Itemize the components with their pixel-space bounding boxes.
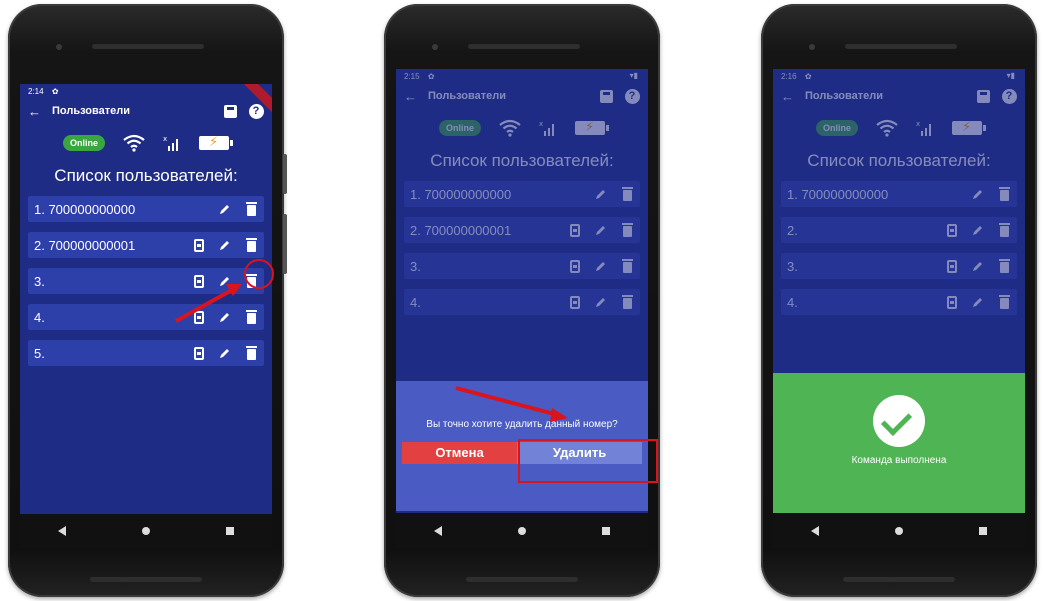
user-number: 1. 700000000000 — [787, 186, 889, 202]
user-row: 3. — [781, 253, 1017, 279]
delete-trash-icon[interactable] — [997, 186, 1011, 202]
edit-pencil-icon[interactable] — [971, 294, 985, 310]
signal-bars-icon: x — [916, 120, 931, 136]
nav-home-icon[interactable] — [895, 527, 903, 535]
front-camera — [809, 44, 815, 50]
nav-back-icon[interactable] — [811, 526, 819, 536]
phone-3: 2:16 ✿ ▾▮ ← Пользователи ? Online x ⚡ Сп… — [761, 4, 1037, 597]
edit-pencil-icon[interactable] — [971, 258, 985, 274]
page-title: Пользователи — [805, 90, 884, 102]
user-number: 4. — [787, 294, 798, 310]
status-time: 2:16 — [781, 72, 797, 81]
earpiece-speaker — [845, 44, 957, 49]
user-row: 1. 700000000000 — [781, 181, 1017, 207]
settings-gear-icon: ✿ — [804, 72, 812, 81]
edit-pencil-icon[interactable] — [971, 186, 985, 202]
contact-icon[interactable] — [945, 258, 959, 274]
status-bar: 2:16 ✿ ▾▮ — [773, 69, 1025, 83]
contact-icon[interactable] — [945, 222, 959, 238]
nav-bar — [773, 514, 1025, 548]
save-icon[interactable] — [975, 88, 991, 104]
help-icon[interactable]: ? — [1001, 88, 1017, 104]
user-number: 3. — [787, 258, 798, 274]
delete-trash-icon[interactable] — [997, 222, 1011, 238]
contact-icon[interactable] — [945, 294, 959, 310]
delete-trash-icon[interactable] — [997, 294, 1011, 310]
online-badge: Online — [815, 120, 858, 136]
edit-pencil-icon[interactable] — [971, 222, 985, 238]
app-screen-3: 2:16 ✿ ▾▮ ← Пользователи ? Online x ⚡ Сп… — [773, 69, 1025, 513]
app-bar: ← Пользователи ? — [773, 83, 1025, 109]
success-toast: Команда выполнена — [773, 373, 1025, 513]
list-title: Список пользователей: — [807, 151, 991, 170]
user-row: 4. — [781, 289, 1017, 315]
user-number: 2. — [787, 222, 798, 238]
user-row: 2. — [781, 217, 1017, 243]
success-message: Команда выполнена — [851, 455, 947, 466]
dimmed-content: 2:16 ✿ ▾▮ ← Пользователи ? Online x ⚡ Сп… — [773, 69, 1025, 315]
svg-text:x: x — [916, 120, 920, 128]
delete-trash-icon[interactable] — [997, 258, 1011, 274]
back-arrow-icon[interactable]: ← — [781, 89, 799, 104]
status-signal-icon: ▾▮ — [1006, 71, 1015, 80]
battery-charging-icon: ⚡ — [952, 120, 986, 135]
wifi-icon — [876, 119, 898, 137]
device-indicators: Online x ⚡ — [773, 113, 1025, 143]
user-list: 1. 700000000000 2. 3. 4. — [773, 181, 1025, 315]
bottom-speaker — [843, 577, 955, 582]
check-icon — [873, 395, 925, 447]
nav-recents-icon[interactable] — [979, 527, 987, 535]
